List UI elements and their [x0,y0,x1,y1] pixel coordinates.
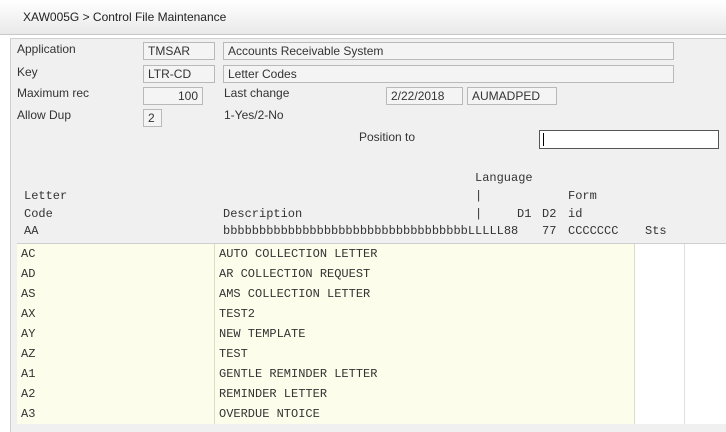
max-rec-field: 100 [143,87,203,105]
application-label: Application [17,42,76,56]
status-cell[interactable] [685,304,726,324]
table-row[interactable]: AD AR COLLECTION REQUEST [17,264,726,284]
letter-code-cell[interactable]: A3 [17,404,215,424]
table-row[interactable]: AC AUTO COLLECTION LETTER [17,244,726,264]
d2-sample: 77 [542,224,557,238]
letter-codes-grid: AC AUTO COLLECTION LETTER AD AR COLLECTION … [17,243,726,427]
language-header: Language [475,171,533,185]
last-change-date-field: 2/22/2018 [386,87,463,105]
d1-header: D1 [517,207,532,221]
status-cell[interactable] [685,384,726,404]
description-sample: bbbbbbbbbbbbbbbbbbbbbbbbbbbbbbbbbbLLLLL8… [223,224,519,238]
form-id-cell[interactable] [635,284,685,304]
status-header: Sts [645,224,667,238]
form-id-cell[interactable] [635,324,685,344]
table-row[interactable]: AX TEST2 [17,304,726,324]
letter-code-cell[interactable]: AX [17,304,215,324]
status-cell[interactable] [685,404,726,424]
table-row[interactable]: A1 GENTLE REMINDER LETTER [17,364,726,384]
key-label: Key [17,65,38,79]
form-id-cell[interactable] [635,404,685,424]
max-rec-label: Maximum rec [17,86,90,100]
code-header: Code [24,207,53,221]
description-cell[interactable]: OVERDUE NTOICE [215,404,635,424]
description-cell[interactable]: NEW TEMPLATE [215,324,635,344]
status-cell[interactable] [685,364,726,384]
form-id-sample: CCCCCCC [568,224,619,238]
description-header: Description [223,207,303,221]
form-header: Form [568,189,597,203]
code-sample: AA [24,224,39,238]
letter-header: Letter [24,189,68,203]
table-row[interactable]: AY NEW TEMPLATE [17,324,726,344]
application-code-field: TMSAR [143,42,215,60]
letter-code-cell[interactable]: A1 [17,364,215,384]
table-row[interactable]: AS AMS COLLECTION LETTER [17,284,726,304]
letter-code-cell[interactable]: AZ [17,344,215,364]
key-name-field: Letter Codes [223,65,674,83]
allow-dup-field: 2 [143,109,162,127]
letter-code-cell[interactable]: AS [17,284,215,304]
description-cell[interactable]: REMINDER LETTER [215,384,635,404]
key-code-field: LTR-CD [143,65,215,83]
table-row[interactable]: A3 OVERDUE NTOICE [17,404,726,424]
form-id-cell[interactable] [635,264,685,284]
form-id-cell[interactable] [635,344,685,364]
description-cell[interactable]: AUTO COLLECTION LETTER [215,244,635,264]
form-id-header: id [568,207,583,221]
table-row[interactable]: A2 REMINDER LETTER [17,384,726,404]
description-cell[interactable]: AMS COLLECTION LETTER [215,284,635,304]
application-name-field: Accounts Receivable System [223,42,674,60]
language-divider-1: | [475,189,483,203]
form-id-cell[interactable] [635,364,685,384]
letter-code-cell[interactable]: AD [17,264,215,284]
letter-code-cell[interactable]: AY [17,324,215,344]
description-cell[interactable]: AR COLLECTION REQUEST [215,264,635,284]
window-titlebar: XAW005G > Control File Maintenance [0,0,726,35]
last-change-label: Last change [224,86,290,100]
d2-header: D2 [542,207,557,221]
status-cell[interactable] [685,344,726,364]
language-divider-2: | [475,207,483,221]
status-cell[interactable] [685,244,726,264]
position-to-label: Position to [359,130,416,144]
description-cell[interactable]: GENTLE REMINDER LETTER [215,364,635,384]
description-cell[interactable]: TEST2 [215,304,635,324]
last-change-user-field: AUMADPED [467,87,557,105]
form-id-cell[interactable] [635,304,685,324]
form-id-cell[interactable] [635,244,685,264]
form-id-cell[interactable] [635,384,685,404]
allow-dup-label: Allow Dup [17,108,72,122]
status-cell[interactable] [685,324,726,344]
status-cell[interactable] [685,284,726,304]
position-to-input[interactable] [539,130,719,149]
allow-dup-hint: 1-Yes/2-No [224,108,284,122]
description-cell[interactable]: TEST [215,344,635,364]
status-cell[interactable] [685,264,726,284]
window-title: XAW005G > Control File Maintenance [23,10,227,24]
grid-footer [17,424,726,427]
text-cursor [543,133,544,147]
letter-code-cell[interactable]: A2 [17,384,215,404]
table-row[interactable]: AZ TEST [17,344,726,364]
letter-code-cell[interactable]: AC [17,244,215,264]
